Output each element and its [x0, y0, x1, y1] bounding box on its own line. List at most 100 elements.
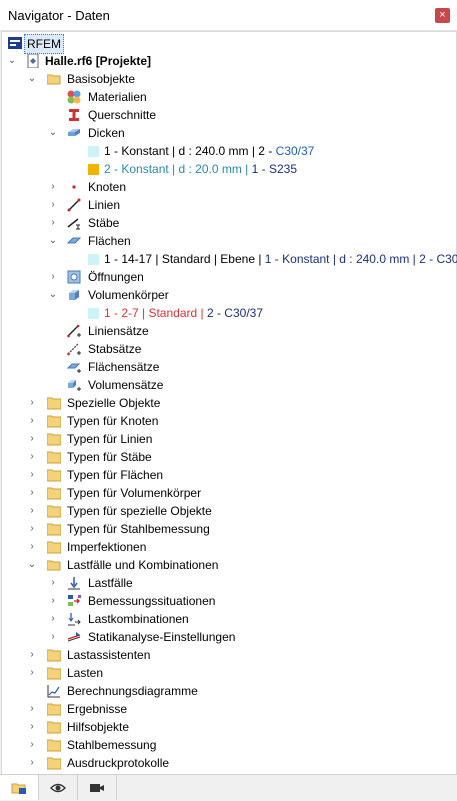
- tree-label: Statikanalyse-Einstellungen: [88, 630, 236, 644]
- chevron-right-icon[interactable]: ›: [26, 430, 38, 448]
- folder-icon: [47, 397, 61, 410]
- tree-label: Stäbe: [88, 216, 120, 230]
- chevron-right-icon[interactable]: ›: [26, 538, 38, 556]
- data-tab-icon: [11, 783, 26, 794]
- tree-label: Berechnungsdiagramme: [67, 684, 198, 698]
- member-icon: [67, 218, 80, 230]
- chevron-down-icon[interactable]: ⌄: [47, 124, 59, 142]
- eye-icon: [50, 783, 66, 793]
- navigator-tabs: [0, 774, 457, 801]
- tree-label: Volumenkörper: [88, 288, 169, 302]
- tree-label: Lastfälle: [88, 576, 133, 590]
- tree-label: Knoten: [88, 180, 127, 194]
- chevron-down-icon[interactable]: ⌄: [47, 286, 59, 304]
- dicke-2-material: 1 - S235: [251, 162, 298, 176]
- folder-icon: [47, 721, 61, 734]
- chevron-right-icon[interactable]: ›: [26, 700, 38, 718]
- tree-label: 2 - Konstant | d : 20.0 mm | 1 - S235: [104, 160, 297, 178]
- project-file-icon: [27, 54, 39, 68]
- chevron-right-icon[interactable]: ›: [47, 610, 59, 628]
- chevron-right-icon[interactable]: ›: [47, 628, 59, 646]
- tree-label: Dicken: [88, 126, 125, 140]
- thickness-icon: [68, 129, 80, 136]
- solid-icon: [69, 290, 79, 300]
- volumen-1-material: 2 - C30/37: [206, 306, 264, 320]
- chevron-right-icon[interactable]: ›: [47, 574, 59, 592]
- volumen-1-text: 1 - 2-7 | Standard |: [104, 306, 207, 320]
- color-swatch: [88, 164, 99, 175]
- tree-label: Spezielle Objekte: [67, 396, 161, 410]
- chevron-right-icon[interactable]: ›: [26, 718, 38, 736]
- chevron-right-icon[interactable]: ›: [47, 196, 59, 214]
- tree-label: Stabsätze: [88, 342, 142, 356]
- chevron-right-icon[interactable]: ›: [26, 736, 38, 754]
- chevron-right-icon[interactable]: ›: [47, 214, 59, 232]
- chevron-down-icon[interactable]: ⌄: [47, 232, 59, 250]
- tab-display[interactable]: [39, 775, 78, 800]
- chevron-right-icon[interactable]: ›: [26, 520, 38, 538]
- design-situation-icon: [68, 595, 81, 606]
- materials-icon: [67, 90, 81, 104]
- folder-icon: [47, 469, 61, 482]
- tree-label: Liniensätze: [88, 324, 149, 338]
- tab-data[interactable]: [0, 775, 39, 800]
- tree-label: 1 - 14-17 | Standard | Ebene | 1 - Konst…: [104, 250, 457, 268]
- chevron-right-icon[interactable]: ›: [26, 448, 38, 466]
- chevron-right-icon[interactable]: ›: [26, 664, 38, 682]
- tree-label: Flächen: [88, 234, 131, 248]
- rfem-icon: [8, 37, 22, 49]
- tree-label: 1 - Konstant | d : 240.0 mm | 2 - C30/37: [104, 142, 314, 160]
- chevron-right-icon[interactable]: ›: [26, 646, 38, 664]
- tree-label: Lastassistenten: [67, 648, 151, 662]
- chevron-right-icon[interactable]: ›: [26, 466, 38, 484]
- folder-icon: [47, 703, 61, 716]
- tree-label: Typen für Linien: [67, 432, 153, 446]
- chevron-right-icon[interactable]: ›: [26, 754, 38, 772]
- folder-open-icon: [47, 74, 61, 85]
- close-button[interactable]: ×: [435, 8, 450, 23]
- tree-label: Typen für Stahlbemessung: [67, 522, 210, 536]
- surface-icon: [67, 237, 81, 244]
- dicke-2-text: 2 - Konstant | d : 20.0 mm |: [104, 162, 252, 176]
- load-combination-icon: [68, 613, 81, 626]
- load-case-icon: [68, 577, 80, 590]
- chevron-down-icon[interactable]: ⌄: [26, 556, 38, 574]
- title-bar: Navigator - Daten ×: [0, 0, 457, 31]
- chevron-right-icon[interactable]: ›: [26, 394, 38, 412]
- tree-label: Typen für Stäbe: [67, 450, 152, 464]
- color-swatch: [88, 308, 99, 319]
- tree-label: Basisobjekte: [67, 72, 136, 86]
- color-swatch: [88, 146, 99, 157]
- folder-icon: [47, 541, 61, 554]
- static-analysis-icon: [67, 632, 81, 642]
- tree-label: Materialien: [88, 90, 147, 104]
- color-swatch: [88, 254, 99, 265]
- chevron-down-icon[interactable]: ⌄: [26, 70, 38, 88]
- chevron-right-icon[interactable]: ›: [47, 178, 59, 196]
- tree-label: Lastfälle und Kombinationen: [67, 558, 219, 572]
- chevron-down-icon[interactable]: ⌄: [6, 52, 18, 70]
- folder-icon: [47, 487, 61, 500]
- chevron-right-icon[interactable]: ›: [47, 268, 59, 286]
- folder-open-icon: [47, 560, 61, 571]
- chevron-right-icon[interactable]: ›: [26, 502, 38, 520]
- chevron-right-icon[interactable]: ›: [26, 484, 38, 502]
- chevron-right-icon[interactable]: ›: [47, 592, 59, 610]
- folder-icon: [47, 433, 61, 446]
- dicke-1-material: C30/37: [275, 144, 315, 158]
- navigator-tree[interactable]: RFEM ⌄ Halle.rf6 [Projekte] ⌄ Basisobjek…: [1, 31, 457, 775]
- tree-label: Flächensätze: [88, 360, 160, 374]
- opening-icon: [67, 270, 81, 284]
- tree-label: Linien: [88, 198, 121, 212]
- tree-label: Typen für Knoten: [67, 414, 159, 428]
- tab-views[interactable]: [78, 775, 117, 800]
- cross-section-icon: [69, 109, 79, 121]
- tree-label: Halle.rf6 [Projekte]: [45, 54, 152, 68]
- folder-icon: [47, 523, 61, 536]
- chevron-right-icon[interactable]: ›: [26, 412, 38, 430]
- tree-label: Typen für Flächen: [67, 468, 164, 482]
- folder-icon: [47, 505, 61, 518]
- member-set-icon: [67, 343, 81, 356]
- tree-label: Volumensätze: [88, 378, 164, 392]
- camera-icon: [90, 784, 104, 792]
